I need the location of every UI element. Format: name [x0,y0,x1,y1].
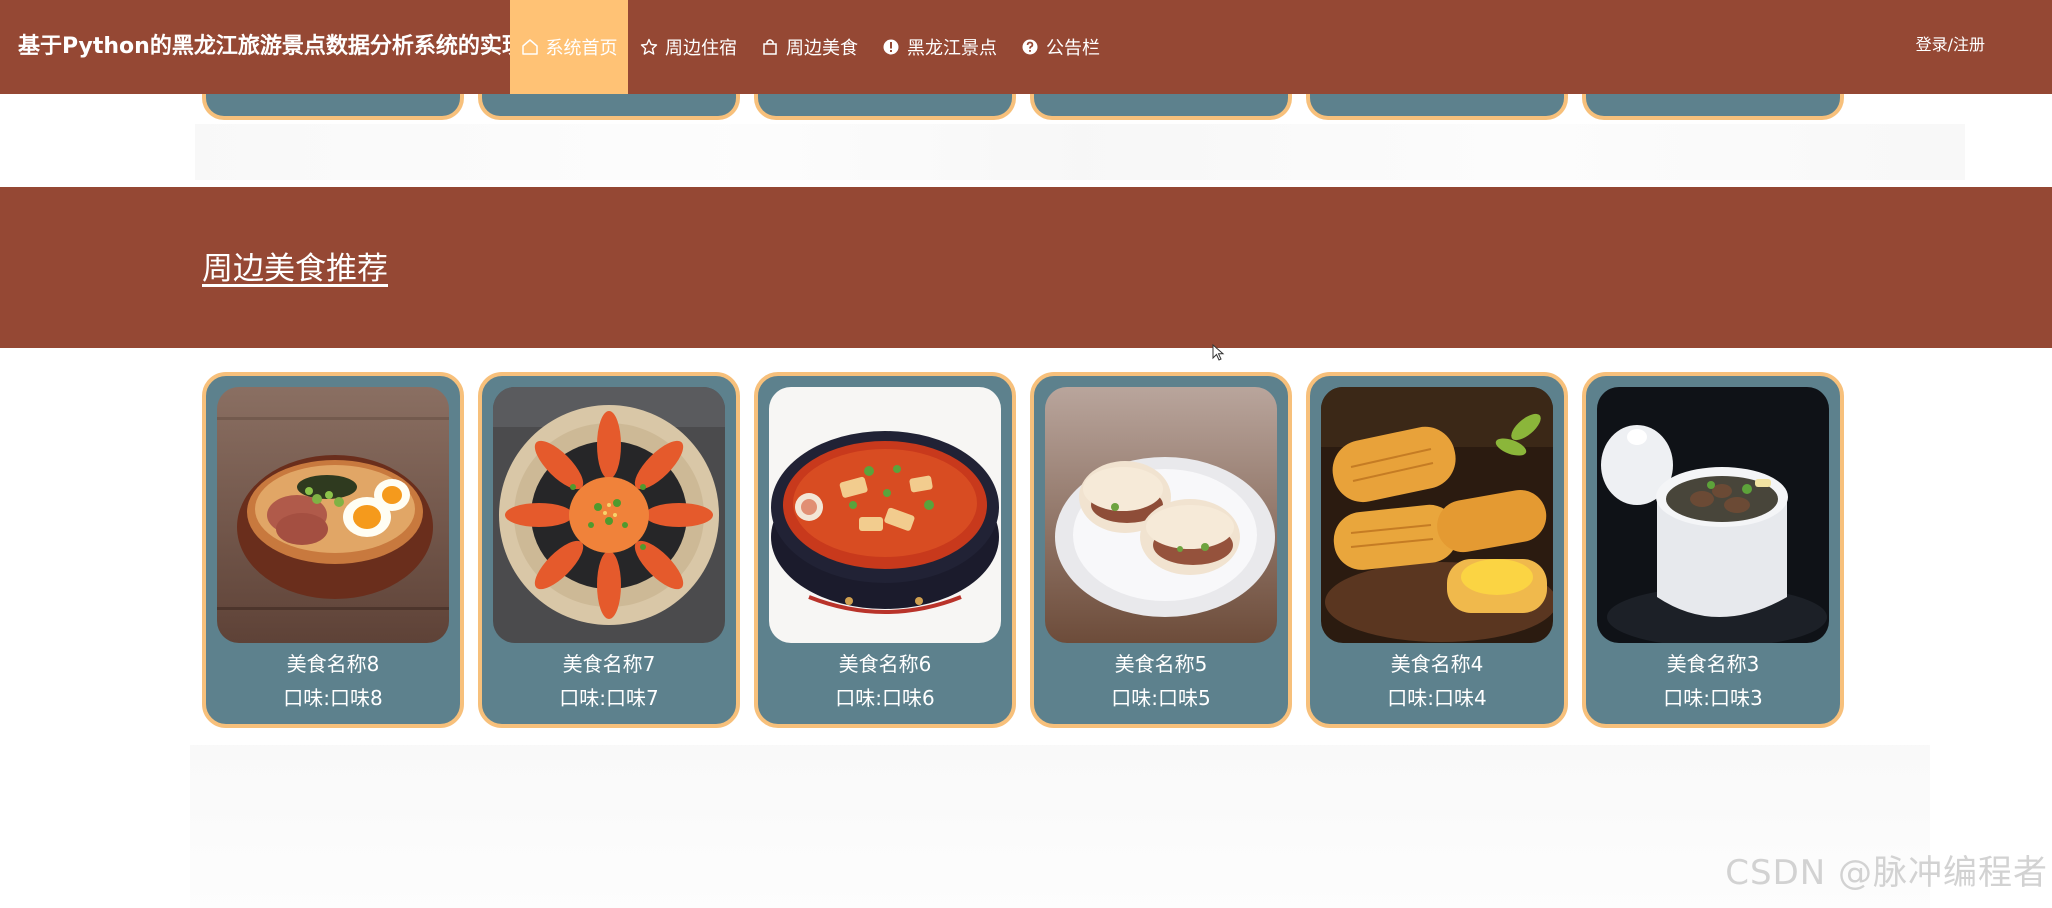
question-circle-icon [1021,38,1039,56]
food-name: 美食名称3 [1666,652,1760,676]
food-taste: 口味:口味4 [1387,686,1487,710]
nav-item-lodging[interactable]: 周边住宿 [628,0,749,94]
main-nav: 系统首页 周边住宿 周边美食 黑龙江景点 公告栏 [510,0,1112,94]
food-image-spicy-soup [769,387,1001,643]
nav-item-label: 周边住宿 [665,38,737,59]
home-icon [521,38,539,56]
food-image-shrimp [493,387,725,643]
food-image-stuffed-buns [1045,387,1277,643]
food-taste: 口味:口味6 [835,686,935,710]
faded-background-strip [195,124,1965,180]
login-register-link[interactable]: 登录/注册 [1916,0,1985,94]
food-card[interactable]: 美食名称8 口味:口味8 [202,372,464,728]
food-name: 美食名称6 [838,652,932,676]
food-card[interactable]: 美食名称6 口味:口味6 [754,372,1016,728]
food-card[interactable]: 美食名称7 口味:口味7 [478,372,740,728]
bag-icon [761,38,779,56]
food-name: 美食名称8 [286,652,380,676]
info-circle-icon [882,38,900,56]
nav-item-home[interactable]: 系统首页 [510,0,628,94]
nav-item-attractions[interactable]: 黑龙江景点 [870,0,1009,94]
food-card[interactable]: 美食名称5 口味:口味5 [1030,372,1292,728]
food-image-stew-pot [1597,387,1829,643]
star-icon [640,38,658,56]
food-image-ramen [217,387,449,643]
watermark-text: CSDN @脉冲编程者 [1725,853,2048,893]
food-name: 美食名称5 [1114,652,1208,676]
food-card[interactable]: 美食名称3 口味:口味3 [1582,372,1844,728]
faded-footer-area [190,745,1930,908]
site-title: 基于Python的黑龙江旅游景点数据分析系统的实现 [18,34,510,59]
nav-item-label: 周边美食 [786,38,858,59]
mouse-cursor-icon [1212,344,1225,361]
food-name: 美食名称7 [562,652,656,676]
food-card-list: 美食名称8 口味:口味8 美食名称7 口味:口味7 美食名称6 口味:口味6 美… [202,372,1858,728]
food-section-title[interactable]: 周边美食推荐 [202,243,388,288]
food-taste: 口味:口味7 [559,686,659,710]
nav-item-label: 系统首页 [545,38,618,59]
food-taste: 口味:口味3 [1663,686,1763,710]
food-section-banner: 周边美食推荐 [0,187,2052,348]
page: 基于Python的黑龙江旅游景点数据分析系统的实现 系统首页 周边住宿 周边美食 [0,0,2052,908]
food-name: 美食名称4 [1390,652,1484,676]
food-image-golden-pastries [1321,387,1553,643]
top-navbar: 基于Python的黑龙江旅游景点数据分析系统的实现 系统首页 周边住宿 周边美食 [0,0,2052,94]
food-card[interactable]: 美食名称4 口味:口味4 [1306,372,1568,728]
nav-item-food[interactable]: 周边美食 [749,0,870,94]
nav-item-label: 公告栏 [1046,38,1100,59]
food-taste: 口味:口味8 [283,686,383,710]
nav-item-notices[interactable]: 公告栏 [1009,0,1112,94]
food-taste: 口味:口味5 [1111,686,1211,710]
nav-item-label: 黑龙江景点 [907,38,997,59]
